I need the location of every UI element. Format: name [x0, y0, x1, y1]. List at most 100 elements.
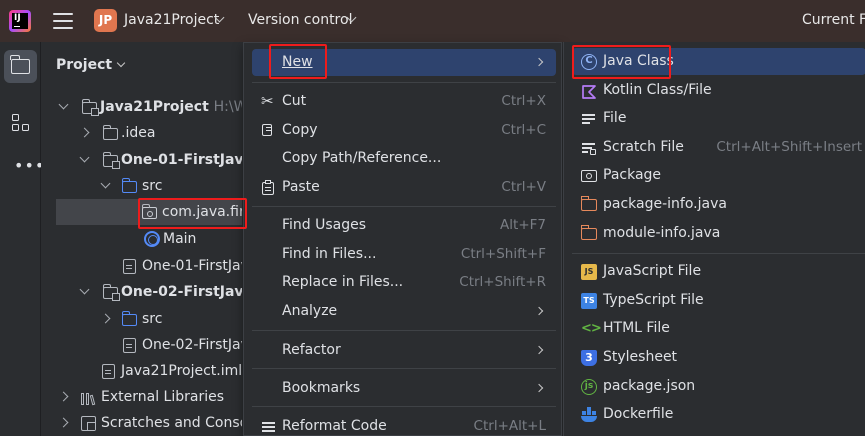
expand-arrow-icon[interactable] [79, 127, 90, 138]
menu-item-find-in-files[interactable]: Find in Files... Ctrl+Shift+F [252, 241, 556, 268]
tree-item-path: H:\Wor [213, 99, 242, 115]
module-folder-icon [102, 284, 120, 301]
tree-item-java21project-iml[interactable]: Java21Project.iml [41, 358, 242, 384]
project-tool-button[interactable] [4, 50, 37, 83]
title-bar: IJ JP Java21Project Version control Curr… [0, 0, 865, 42]
submenu-item-label: Stylesheet [603, 349, 678, 365]
menu-item-reformat-code[interactable]: Reformat Code Ctrl+Alt+L [252, 413, 556, 436]
javascript-icon: JS [581, 264, 597, 280]
scratch-file-icon [581, 140, 597, 156]
submenu-item-label: Scratch File [603, 139, 684, 155]
project-view-selector[interactable]: Project [56, 57, 126, 73]
tree-item-one-01[interactable]: One-01-FirstJava [41, 147, 242, 173]
expand-arrow-icon[interactable] [100, 178, 111, 189]
expand-arrow-icon[interactable] [79, 284, 90, 295]
menu-item-replace-in-files[interactable]: Replace in Files... Ctrl+Shift+R [252, 269, 556, 296]
submenu-item-html[interactable]: <> HTML File [572, 315, 865, 342]
package-icon [581, 170, 597, 182]
submenu-item-file[interactable]: File [572, 105, 865, 132]
tree-item-src[interactable]: src [41, 173, 242, 199]
menu-item-analyze[interactable]: Analyze [252, 298, 556, 325]
expand-arrow-icon[interactable] [79, 152, 90, 163]
menu-item-shortcut: Ctrl+Shift+R [459, 274, 546, 290]
submenu-item-scratch-file[interactable]: Scratch File Ctrl+Alt+Shift+Insert [572, 134, 865, 161]
submenu-item-label: HTML File [603, 320, 670, 336]
tree-item-label: .idea [121, 125, 156, 141]
tree-item-label: One-02-FirstJava [121, 284, 242, 300]
tree-item-java21project[interactable]: Java21Project H:\Wor [41, 94, 242, 120]
menu-item-copy-path[interactable]: Copy Path/Reference... [252, 145, 556, 172]
tree-item-main[interactable]: Main [41, 226, 242, 252]
submenu-item-typescript[interactable]: TS TypeScript File [572, 287, 865, 314]
scissors-icon: ✂ [261, 92, 274, 110]
package-info-icon [580, 196, 597, 211]
new-submenu: C Java Class Kotlin Class/File File Scra… [563, 42, 865, 436]
iml-file-icon [123, 338, 136, 353]
submenu-item-kotlin[interactable]: Kotlin Class/File [572, 77, 865, 104]
annotation-highlight-package [138, 198, 247, 229]
menu-item-label: Find Usages [282, 217, 367, 233]
submenu-item-module-info[interactable]: module-info.java [572, 220, 865, 247]
folder-icon [102, 125, 118, 140]
tree-item-label: One-01-FirstJava [142, 258, 242, 274]
tree-item-one-01-iml[interactable]: One-01-FirstJava [41, 253, 242, 279]
submenu-item-dockerfile[interactable]: Dockerfile [572, 401, 865, 428]
project-badge[interactable]: JP [94, 9, 117, 32]
tree-item-idea[interactable]: .idea [41, 120, 242, 146]
expand-arrow-icon[interactable] [100, 313, 111, 324]
menu-separator [572, 253, 865, 254]
menu-item-label: Replace in Files... [282, 274, 404, 290]
menu-item-copy[interactable]: Copy Ctrl+C [252, 117, 556, 144]
menu-item-shortcut: Ctrl+Alt+L [473, 418, 546, 434]
submenu-item-javascript[interactable]: JS JavaScript File [572, 258, 865, 285]
menu-item-label: Refactor [282, 342, 341, 358]
submenu-arrow-icon [534, 57, 544, 67]
menu-separator [252, 368, 556, 369]
intellij-logo-icon[interactable]: IJ [9, 10, 31, 32]
run-config-selector[interactable]: Current Fi [802, 12, 865, 28]
panel-title: Project [56, 57, 113, 73]
tree-item-label: Main [163, 231, 197, 247]
menu-item-refactor[interactable]: Refactor [252, 337, 556, 364]
folder-icon [10, 55, 30, 74]
main-menu-icon[interactable] [53, 13, 73, 29]
menu-separator [252, 206, 556, 207]
menu-item-label: Reformat Code [282, 418, 387, 434]
expand-arrow-icon[interactable] [58, 417, 69, 428]
docker-icon [581, 407, 597, 423]
module-folder-icon [81, 99, 99, 116]
menu-item-label: Copy Path/Reference... [282, 150, 442, 166]
menu-item-paste[interactable]: Paste Ctrl+V [252, 174, 556, 201]
tree-item-scratches[interactable]: Scratches and Console [41, 410, 242, 436]
submenu-item-package-info[interactable]: package-info.java [572, 191, 865, 218]
tree-item-one-02-iml[interactable]: One-02-FirstJav [41, 332, 242, 358]
tree-item-one-02[interactable]: One-02-FirstJava [41, 279, 242, 305]
tree-item-external-libraries[interactable]: External Libraries [41, 384, 242, 410]
menu-item-label: Find in Files... [282, 246, 377, 262]
menu-item-shortcut: Ctrl+Shift+F [460, 246, 546, 262]
submenu-item-package-json[interactable]: js package.json [572, 373, 865, 400]
menu-item-find-usages[interactable]: Find Usages Alt+F7 [252, 212, 556, 239]
structure-tool-button[interactable] [4, 106, 37, 139]
annotation-highlight-new [269, 44, 327, 79]
menu-item-bookmarks[interactable]: Bookmarks [252, 375, 556, 402]
typescript-icon: TS [581, 293, 597, 309]
menu-separator [252, 330, 556, 331]
tree-item-label: Java21Project.iml [121, 363, 242, 379]
chevron-down-icon [116, 58, 126, 68]
version-control-menu[interactable]: Version control [248, 12, 352, 28]
submenu-item-label: Package [603, 167, 662, 183]
reformat-icon [261, 419, 276, 434]
html-icon: <> [581, 321, 602, 336]
menu-item-cut[interactable]: ✂ Cut Ctrl+X [252, 88, 556, 115]
annotation-highlight-java-class [572, 45, 671, 79]
iml-file-icon [102, 364, 115, 379]
expand-arrow-icon[interactable] [58, 391, 69, 402]
submenu-item-stylesheet[interactable]: 3 Stylesheet [572, 344, 865, 371]
tree-item-label: One-01-FirstJava [121, 152, 242, 168]
more-tools-button[interactable]: ••• [4, 150, 44, 183]
project-selector[interactable]: Java21Project [124, 12, 219, 28]
tree-item-src-2[interactable]: src [41, 306, 242, 332]
submenu-item-package[interactable]: Package [572, 162, 865, 189]
expand-arrow-icon[interactable] [58, 99, 69, 110]
